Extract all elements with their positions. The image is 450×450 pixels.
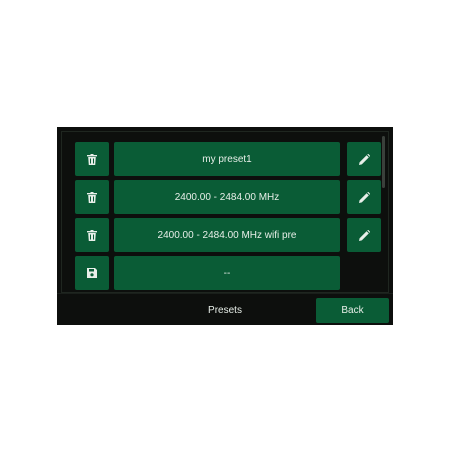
preset-list[interactable]: my preset1 2400.00 - 2484.00 MHz 2400.00… — [61, 131, 389, 293]
edit-preset-button[interactable] — [347, 180, 381, 214]
trash-icon — [87, 229, 97, 241]
preset-row: 2400.00 - 2484.00 MHz wifi pre — [75, 218, 381, 252]
footer-bar: Presets Back — [57, 293, 393, 325]
preset-row: 2400.00 - 2484.00 MHz — [75, 180, 381, 214]
preset-name-button[interactable]: 2400.00 - 2484.00 MHz — [114, 180, 340, 214]
edit-preset-button[interactable] — [347, 142, 381, 176]
preset-name-button[interactable]: -- — [114, 256, 340, 290]
save-preset-button[interactable] — [75, 256, 109, 290]
list-scrollbar[interactable] — [382, 136, 385, 188]
save-icon — [87, 268, 97, 278]
back-button[interactable]: Back — [316, 298, 389, 323]
preset-name-button[interactable]: 2400.00 - 2484.00 MHz wifi pre — [114, 218, 340, 252]
presets-screen: my preset1 2400.00 - 2484.00 MHz 2400.00… — [57, 127, 393, 325]
pencil-icon — [358, 229, 370, 241]
delete-preset-button[interactable] — [75, 180, 109, 214]
edit-preset-button[interactable] — [347, 218, 381, 252]
pencil-icon — [358, 153, 370, 165]
preset-row: my preset1 — [75, 142, 381, 176]
delete-preset-button[interactable] — [75, 142, 109, 176]
pencil-icon — [358, 191, 370, 203]
trash-icon — [87, 191, 97, 203]
preset-row-empty: -- — [75, 256, 381, 290]
delete-preset-button[interactable] — [75, 218, 109, 252]
preset-name-button[interactable]: my preset1 — [114, 142, 340, 176]
trash-icon — [87, 153, 97, 165]
